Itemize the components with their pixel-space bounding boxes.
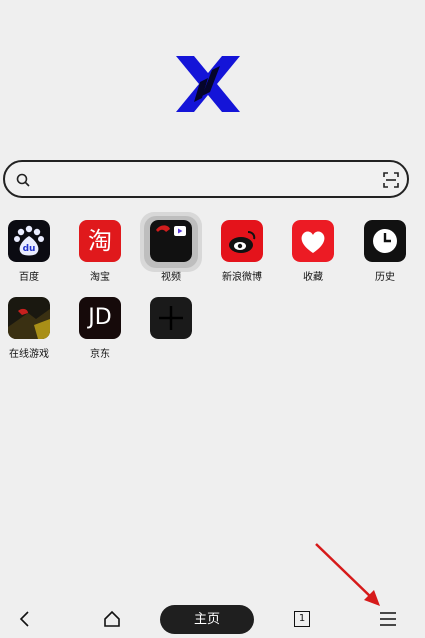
svg-text:du: du xyxy=(23,244,36,254)
shortcut-video[interactable]: 视频 xyxy=(140,212,202,290)
add-icon xyxy=(150,297,192,339)
search-input[interactable] xyxy=(37,168,381,192)
shortcut-online-games[interactable]: 在线游戏 xyxy=(0,297,60,367)
shortcut-history[interactable]: 历史 xyxy=(356,220,416,290)
game-icon xyxy=(8,297,50,339)
menu-icon[interactable] xyxy=(379,611,397,627)
home-tab-button[interactable]: 主页 xyxy=(160,605,254,634)
clock-icon xyxy=(364,220,406,262)
back-icon[interactable] xyxy=(18,611,32,627)
shortcut-add[interactable] xyxy=(142,297,202,367)
jd-icon: JD xyxy=(79,297,121,339)
shortcut-label: 在线游戏 xyxy=(9,349,49,360)
shortcut-label: 新浪微博 xyxy=(222,272,262,283)
shortcut-jd[interactable]: JD 京东 xyxy=(71,297,131,367)
taobao-icon: 淘 xyxy=(79,220,121,262)
home-icon[interactable] xyxy=(103,610,121,628)
browser-logo xyxy=(176,56,240,112)
shortcut-label: 京东 xyxy=(90,349,110,360)
baidu-icon: du xyxy=(8,220,50,262)
shortcut-label: 历史 xyxy=(375,272,395,283)
heart-icon xyxy=(292,220,334,262)
shortcut-favorites[interactable]: 收藏 xyxy=(284,220,344,290)
bottom-toolbar: 主页 1 xyxy=(0,600,425,638)
shortcut-taobao[interactable]: 淘 淘宝 xyxy=(71,220,131,290)
search-bar[interactable] xyxy=(3,160,409,198)
shortcut-weibo[interactable]: 新浪微博 xyxy=(213,220,273,290)
shortcut-label: 百度 xyxy=(19,272,39,283)
shortcut-label: 收藏 xyxy=(303,272,323,283)
scan-icon[interactable] xyxy=(383,172,399,188)
weibo-icon xyxy=(221,220,263,262)
video-icon xyxy=(150,220,192,262)
shortcut-label: 视频 xyxy=(161,272,181,283)
search-icon xyxy=(16,173,30,187)
tab-count-button[interactable]: 1 xyxy=(294,611,310,627)
browser-home-screen: du 百度 淘 淘宝 视频 新浪微博 收藏 历史 在线游戏 JD 京东 主页 1 xyxy=(0,0,425,638)
shortcut-baidu[interactable]: du 百度 xyxy=(0,220,60,290)
shortcut-label: 淘宝 xyxy=(90,272,110,283)
